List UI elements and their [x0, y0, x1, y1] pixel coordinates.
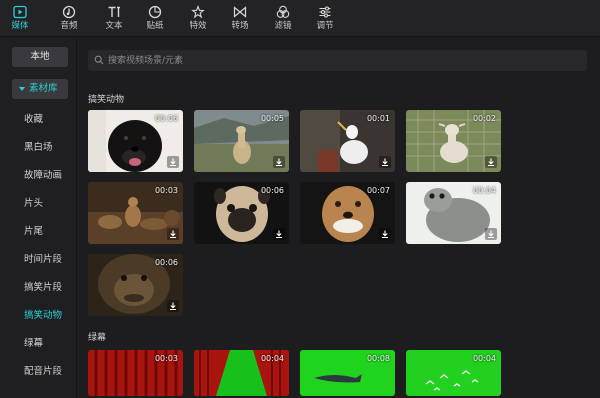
category-sidebar: 本地 素材库 收藏 黑白场 故障动画 片头 片尾 时间片段 搞笑片段 搞笑动物 … — [0, 38, 77, 398]
download-icon[interactable] — [485, 228, 497, 240]
clip-seagull[interactable]: 00:01 — [300, 110, 395, 172]
clip-black-dog[interactable]: 00:06 — [88, 110, 183, 172]
clip-whale-on-green[interactable]: 00:08 — [300, 350, 395, 396]
transition-icon — [233, 6, 247, 18]
clip-chimpanzee[interactable]: 00:06 — [88, 254, 183, 316]
download-icon[interactable] — [379, 228, 391, 240]
tab-audio[interactable]: 音频 — [51, 3, 87, 35]
sidebar-item-green-screen[interactable]: 绿幕 — [24, 337, 43, 351]
clip-squirrel[interactable]: 00:03 — [88, 182, 183, 244]
sidebar-item-glitch[interactable]: 故障动画 — [24, 169, 62, 183]
download-icon[interactable] — [485, 156, 497, 168]
sidebar-local-button[interactable]: 本地 — [12, 47, 68, 67]
sidebar-item-outro[interactable]: 片尾 — [24, 225, 43, 239]
tab-effects-label: 特效 — [189, 21, 207, 31]
material-library-panel: 搞笑动物 00:06 00:05 00:01 00:02 00:03 00:06… — [78, 38, 600, 398]
tab-transition[interactable]: 转场 — [222, 3, 258, 35]
download-icon[interactable] — [379, 156, 391, 168]
clip-curtain-on-green[interactable]: 00:04 — [194, 350, 289, 396]
tab-adjust[interactable]: 调节 — [307, 3, 343, 35]
tab-adjust-label: 调节 — [316, 21, 334, 31]
sidebar-library-button[interactable]: 素材库 — [12, 79, 68, 99]
section-title-green-screen: 绿幕 — [88, 333, 107, 343]
caret-down-icon — [19, 86, 25, 91]
sidebar-item-time-clips[interactable]: 时间片段 — [24, 253, 62, 267]
media-icon — [13, 5, 27, 19]
tab-audio-label: 音频 — [60, 21, 78, 31]
clip-pug[interactable]: 00:06 — [194, 182, 289, 244]
sidebar-item-funny-clips[interactable]: 搞笑片段 — [24, 281, 62, 295]
text-icon — [108, 6, 120, 17]
download-icon[interactable] — [167, 300, 179, 312]
clip-smiling-dog[interactable]: 00:07 — [300, 182, 395, 244]
tab-sticker[interactable]: 贴纸 — [137, 3, 173, 35]
clip-duration: 00:06 — [154, 258, 178, 267]
sticker-icon — [148, 5, 162, 19]
search-input[interactable] — [108, 50, 578, 71]
search-bar[interactable] — [88, 50, 587, 71]
sidebar-item-funny-animals[interactable]: 搞笑动物 — [24, 309, 62, 323]
clip-birds-on-green[interactable]: 00:04 — [406, 350, 501, 396]
sidebar-item-black-white[interactable]: 黑白场 — [24, 141, 53, 155]
download-icon[interactable] — [273, 156, 285, 168]
effects-icon — [191, 5, 205, 19]
clip-duration: 00:04 — [260, 354, 284, 363]
clip-duration: 00:07 — [366, 186, 390, 195]
top-toolbar: 媒体 音频 文本 贴纸 特效 转场 滤镜 调节 — [0, 0, 600, 37]
clip-duration: 00:01 — [366, 114, 390, 123]
clip-red-curtain[interactable]: 00:03 — [88, 350, 183, 396]
clip-duration: 00:05 — [260, 114, 284, 123]
clip-goat[interactable]: 00:02 — [406, 110, 501, 172]
tab-media[interactable]: 媒体 — [2, 3, 38, 35]
download-icon[interactable] — [167, 156, 179, 168]
clip-duration: 00:06 — [260, 186, 284, 195]
sidebar-item-voiceover[interactable]: 配音片段 — [24, 365, 62, 379]
tab-text-label: 文本 — [105, 21, 123, 31]
tab-effects[interactable]: 特效 — [180, 3, 216, 35]
sidebar-library-label: 素材库 — [29, 83, 58, 94]
section-title-funny-animals: 搞笑动物 — [88, 95, 125, 105]
clip-duration: 00:02 — [472, 114, 496, 123]
tab-filter[interactable]: 滤镜 — [265, 3, 301, 35]
clip-duration: 00:04 — [472, 186, 496, 195]
search-icon — [94, 55, 104, 65]
filter-icon — [276, 5, 290, 18]
sidebar-item-intro[interactable]: 片头 — [24, 197, 43, 211]
clip-llama[interactable]: 00:05 — [194, 110, 289, 172]
clip-duration: 00:04 — [472, 354, 496, 363]
audio-icon — [62, 5, 76, 19]
clip-duration: 00:03 — [154, 186, 178, 195]
adjust-icon — [319, 6, 331, 18]
clip-duration: 00:03 — [154, 354, 178, 363]
tab-transition-label: 转场 — [231, 21, 249, 31]
clip-seal[interactable]: 00:04 — [406, 182, 501, 244]
tab-text[interactable]: 文本 — [96, 3, 132, 35]
tab-media-label: 媒体 — [11, 21, 29, 31]
tab-sticker-label: 贴纸 — [146, 21, 164, 31]
sidebar-item-favorites[interactable]: 收藏 — [24, 113, 43, 127]
download-icon[interactable] — [273, 228, 285, 240]
clip-duration: 00:08 — [366, 354, 390, 363]
tab-filter-label: 滤镜 — [274, 21, 292, 31]
clip-duration: 00:06 — [154, 114, 178, 123]
download-icon[interactable] — [167, 228, 179, 240]
